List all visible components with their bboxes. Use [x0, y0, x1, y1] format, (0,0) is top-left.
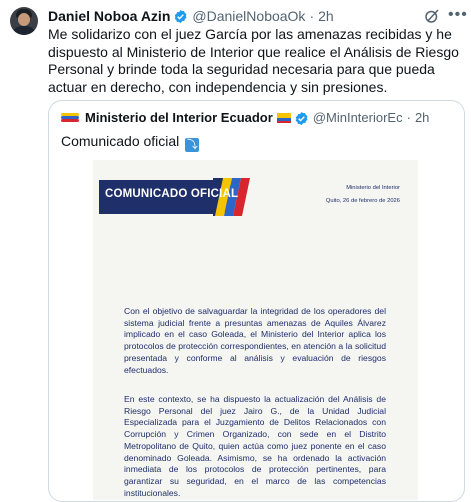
verified-badge-icon [175, 9, 187, 23]
quoted-author-handle[interactable]: @MinInteriorEc [313, 110, 403, 126]
quoted-author-name[interactable]: Ministerio del Interior Ecuador [85, 110, 273, 126]
ecuador-flag-icon [276, 113, 291, 123]
tweet-text: Me solidarizo con el juez García por las… [48, 26, 463, 95]
document-ministry: Ministerio del Interior [346, 185, 400, 191]
tweet-header: Daniel Noboa Azin @DanielNoboaOk · 2h [48, 7, 334, 25]
separator-dot: · [309, 8, 315, 24]
quoted-tweet-header: Ministerio del Interior Ecuador @MinInte… [61, 110, 429, 126]
quoted-tweet[interactable]: Ministerio del Interior Ecuador @MinInte… [48, 100, 465, 502]
grok-icon[interactable] [423, 7, 441, 25]
separator-dot: · [406, 110, 411, 125]
author-handle[interactable]: @DanielNoboaOk [192, 7, 305, 25]
verified-badge-icon [295, 111, 308, 125]
ministry-logo-icon [61, 113, 79, 123]
communique-image[interactable]: COMUNICADO OFICIAL Ministerio del Interi… [93, 160, 418, 500]
quoted-tweet-text-label: Comunicado oficial [61, 133, 180, 149]
quoted-tweet-text: Comunicado oficial ⤵ [61, 132, 200, 152]
avatar-suit [12, 26, 36, 35]
author-avatar[interactable] [10, 7, 38, 35]
communique-paragraph-1: Con el objetivo de salvaguardar la integ… [124, 306, 386, 375]
tweet-time[interactable]: 2h [318, 7, 334, 25]
author-name[interactable]: Daniel Noboa Azin [48, 7, 170, 25]
avatar-face [18, 13, 30, 26]
arrow-down-emoji-icon: ⤵ [185, 138, 200, 152]
quoted-tweet-time[interactable]: 2h [415, 110, 429, 126]
communique-paragraph-2: En este contexto, se ha dispuesto la act… [124, 394, 386, 498]
communique-title: COMUNICADO OFICIAL [105, 188, 239, 200]
document-place-date: Quito, 26 de febrero de 2026 [325, 198, 400, 204]
more-options-icon[interactable]: ••• [448, 6, 468, 24]
